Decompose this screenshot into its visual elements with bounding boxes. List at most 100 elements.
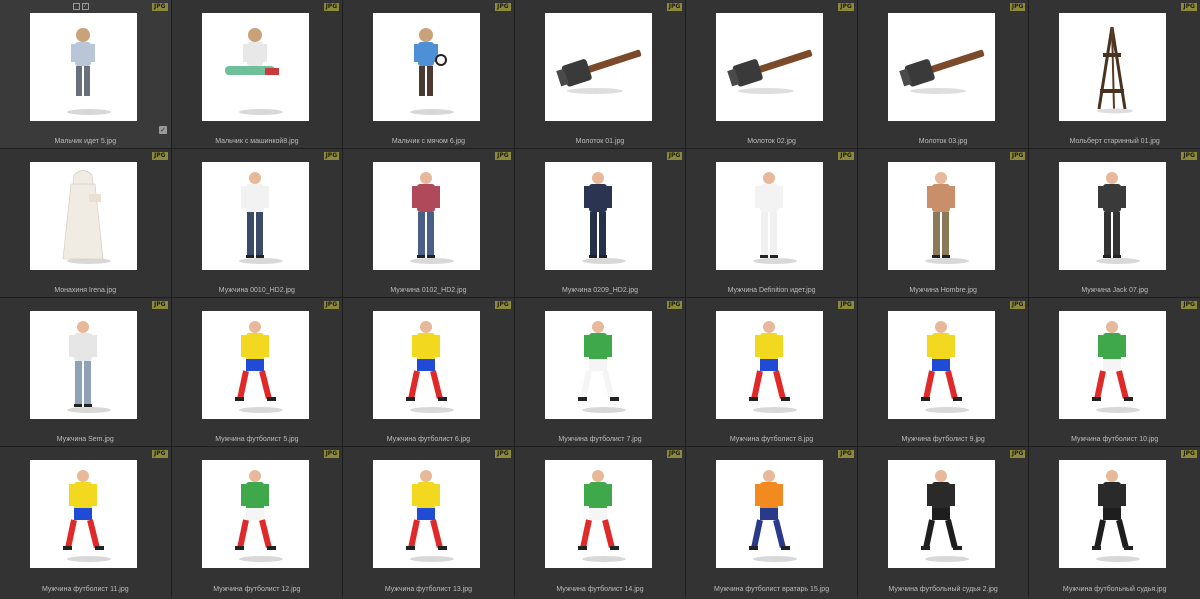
file-name-label: Мужчина футболист 11.jpg [41, 586, 129, 593]
thumbnail-item[interactable]: JPG Мужчина 0010_HD2.jpg [171, 149, 343, 297]
easel-thumbnail[interactable] [1059, 13, 1167, 121]
figure-thumbnail[interactable] [716, 460, 824, 568]
figure-thumbnail[interactable] [1059, 311, 1167, 419]
file-name-label: Мужчина футболист 6.jpg [386, 436, 471, 443]
file-type-badge: JPG [666, 301, 683, 309]
selection-checkbox[interactable]: ✓ [159, 126, 167, 134]
figure-thumbnail[interactable] [887, 311, 995, 419]
figure-thumbnail[interactable] [373, 162, 481, 270]
file-type-badge: JPG [666, 450, 683, 458]
figure-thumbnail[interactable] [544, 162, 652, 270]
figure-thumbnail[interactable] [30, 460, 137, 568]
thumbnail-item[interactable]: JPG Монахиня Irena.jpg [0, 149, 171, 297]
file-name-label: Монахиня Irena.jpg [54, 287, 117, 294]
thumbnail-item[interactable]: JPG Мужчина футболист 14.jpg [514, 447, 686, 599]
frame-icon[interactable] [73, 3, 80, 10]
thumbnail-item[interactable]: JPG Мужчина футболист 10.jpg [1029, 298, 1200, 446]
file-name-label: Молоток 03.jpg [918, 138, 968, 145]
figure-thumbnail[interactable] [373, 311, 481, 419]
figure-thumbnail[interactable] [1059, 162, 1167, 270]
thumbnail-item[interactable]: JPG Мужчина Sem.jpg [0, 298, 171, 446]
figure-thumbnail[interactable] [887, 162, 995, 270]
file-type-badge: JPG [838, 301, 854, 309]
thumbnail-item[interactable]: JPG Мальчик идет 5.jpg ⁄ ✓ [0, 0, 171, 148]
figure-thumbnail[interactable] [373, 13, 481, 121]
thumbnail-item[interactable]: JPG Мальчик с машинкой8.jpg [171, 0, 343, 148]
file-name-label: Мальчик идет 5.jpg [54, 138, 117, 145]
file-type-badge: JPG [152, 450, 168, 458]
file-name-label: Мужчина 0010_HD2.jpg [218, 287, 295, 294]
file-name-label: Мужчина футболист 7.jpg [558, 436, 642, 443]
thumbnail-item[interactable]: JPG Мужчина футболист 9.jpg [857, 298, 1029, 446]
thumbnail-item[interactable]: JPG Мужчина Jack 07.jpg [1029, 149, 1200, 297]
file-type-badge: JPG [495, 301, 511, 309]
file-type-badge: JPG [495, 3, 511, 11]
figure-thumbnail[interactable] [716, 311, 824, 419]
thumbnail-item[interactable]: JPG Мужчина футболист вратарь 15.jpg [686, 447, 857, 599]
file-type-badge: JPG [1181, 450, 1197, 458]
thumbnail-item[interactable]: JPG Мужчина 0209_HD2.jpg [514, 149, 686, 297]
file-name-label: Мужчина футбольный судья.jpg [1062, 586, 1167, 593]
figure-thumbnail[interactable] [30, 311, 137, 419]
file-name-label: Мужчина Hombre.jpg [909, 287, 977, 294]
thumbnail-item[interactable]: JPG Мужчина футболист 8.jpg [686, 298, 857, 446]
thumbnail-item[interactable]: JPG Мужчина Definition идет.jpg [686, 149, 857, 297]
file-name-label: Мальчик с машинкой8.jpg [215, 138, 299, 145]
thumbnail-item[interactable]: JPG Мужчина футболист 7.jpg [514, 298, 686, 446]
file-name-label: Мужчина 0209_HD2.jpg [561, 287, 639, 294]
file-name-label: Мужчина футболист 14.jpg [556, 586, 644, 593]
figure-thumbnail[interactable] [1059, 460, 1167, 568]
figure-thumbnail[interactable] [716, 162, 824, 270]
thumbnail-item[interactable]: JPG Мужчина футболист 13.jpg [343, 447, 514, 599]
figure-thumbnail[interactable] [201, 13, 309, 121]
hammer-thumbnail[interactable] [544, 13, 652, 121]
file-type-badge: JPG [1181, 152, 1197, 160]
file-name-label: Мужчина футбольный судья 2.jpg [888, 586, 998, 593]
figure-thumbnail[interactable] [201, 311, 309, 419]
file-name-label: Мужчина Sem.jpg [56, 436, 114, 443]
figure-thumbnail[interactable] [201, 162, 309, 270]
file-type-badge: JPG [323, 3, 340, 11]
thumbnail-item[interactable]: JPG Мужчина футбольный судья.jpg [1029, 447, 1200, 599]
thumbnail-item[interactable]: JPG Мольберт старинный 01.jpg [1029, 0, 1200, 148]
figure-thumbnail[interactable] [373, 460, 481, 568]
file-type-badge: JPG [323, 450, 340, 458]
file-type-badge: JPG [495, 450, 511, 458]
file-type-badge: JPG [323, 301, 340, 309]
file-name-label: Молоток 01.jpg [575, 138, 625, 145]
hammer-thumbnail[interactable] [887, 13, 995, 121]
file-type-badge: JPG [1181, 301, 1197, 309]
thumbnail-item[interactable]: JPG Мужчина футболист 6.jpg [343, 298, 514, 446]
file-type-badge: JPG [495, 152, 511, 160]
file-name-label: Мужчина футболист 13.jpg [384, 586, 473, 593]
figure-thumbnail[interactable] [887, 460, 995, 568]
thumbnail-item[interactable]: JPG Мужчина футболист 12.jpg [171, 447, 343, 599]
file-name-label: Молоток 02.jpg [747, 138, 796, 145]
file-type-badge: JPG [152, 152, 168, 160]
thumbnail-item[interactable]: JPG Мужчина футболист 11.jpg [0, 447, 171, 599]
figure-thumbnail[interactable] [30, 162, 137, 270]
thumbnail-item[interactable]: JPG Мужчина футбольный судья 2.jpg [857, 447, 1029, 599]
thumbnail-item[interactable]: JPG Мужчина 0102_HD2.jpg [343, 149, 514, 297]
thumbnail-item[interactable]: JPG Мальчик с мячом 6.jpg [343, 0, 514, 148]
thumbnail-item[interactable]: JPG Мужчина футболист 5.jpg [171, 298, 343, 446]
file-name-label: Мужчина футболист 5.jpg [215, 436, 299, 443]
file-type-badge: JPG [1181, 3, 1197, 11]
file-name-label: Мужчина футболист 12.jpg [213, 586, 301, 593]
figure-thumbnail[interactable] [544, 460, 652, 568]
edit-pencil-icon[interactable]: ⁄ [82, 3, 89, 10]
file-name-label: Мольберт старинный 01.jpg [1069, 138, 1160, 145]
file-type-badge: JPG [838, 3, 854, 11]
file-type-badge: JPG [1009, 450, 1026, 458]
figure-thumbnail[interactable] [201, 460, 309, 568]
figure-thumbnail[interactable] [30, 13, 137, 121]
file-type-badge: JPG [1009, 3, 1026, 11]
thumbnail-item[interactable]: JPG Молоток 02.jpg [686, 0, 857, 148]
thumbnail-item[interactable]: JPG Молоток 01.jpg [514, 0, 686, 148]
file-type-badge: JPG [666, 3, 683, 11]
hammer-thumbnail[interactable] [716, 13, 824, 121]
figure-thumbnail[interactable] [544, 311, 652, 419]
file-name-label: Мужчина футболист 8.jpg [729, 436, 814, 443]
thumbnail-item[interactable]: JPG Мужчина Hombre.jpg [857, 149, 1029, 297]
thumbnail-item[interactable]: JPG Молоток 03.jpg [857, 0, 1029, 148]
